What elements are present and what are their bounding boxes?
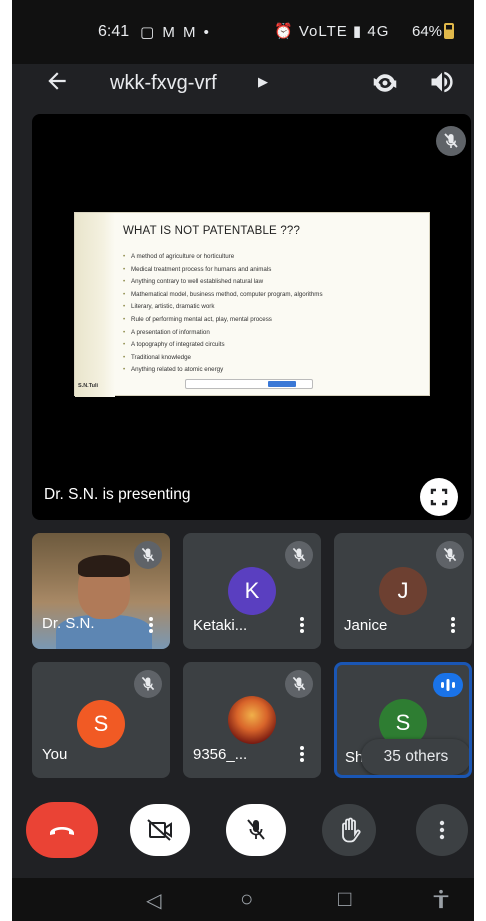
slide-author: S.N.Tuli [78, 383, 99, 389]
more-vert-icon[interactable] [297, 744, 307, 764]
battery-icon [444, 23, 455, 39]
raise-hand-button[interactable] [322, 804, 376, 856]
camera-toggle-button[interactable] [130, 804, 190, 856]
mic-off-icon [247, 819, 265, 840]
accessibility-icon[interactable] [430, 888, 452, 915]
slide-bullet-list: A method of agriculture or horticulture … [123, 251, 423, 377]
participant-name: You [42, 746, 68, 763]
mic-toggle-button[interactable] [226, 804, 286, 856]
call-controls [12, 792, 474, 872]
end-call-icon [50, 827, 74, 835]
avatar-initial: J [397, 578, 409, 603]
participant-tile-active-speaker[interactable]: S Sh 35 others [334, 662, 472, 778]
speaker-icon[interactable] [428, 68, 458, 98]
battery-indicator: 64% [412, 23, 455, 40]
participant-name: Ketaki... [193, 617, 248, 634]
more-vert-icon[interactable] [448, 615, 458, 635]
avatar-initial: S [93, 711, 109, 736]
slide-bullet: Literary, artistic, dramatic work [123, 301, 423, 314]
slide-bullet: Traditional knowledge [123, 352, 423, 365]
avatar-initial: S [395, 710, 411, 735]
mic-off-icon [134, 541, 162, 574]
slide-bullet: Medical treatment process for humans and… [123, 264, 423, 277]
participant-tile[interactable]: 9356_... [183, 662, 321, 778]
slide-decoration [75, 213, 115, 397]
system-nav-bar: ◁ ○ □ [12, 878, 474, 921]
participant-name: Dr. S.N. [42, 615, 95, 632]
screen-share-banner [185, 379, 313, 389]
chevron-right-icon[interactable]: ▶ [258, 74, 268, 90]
camera-switch-icon[interactable] [370, 68, 400, 98]
notification-icons: ▢ M M • [140, 24, 211, 41]
participant-name: Janice [344, 617, 388, 634]
avatar-photo [228, 696, 276, 744]
mic-off-icon [285, 541, 313, 574]
video-person-hair [78, 555, 130, 577]
presentation-tile[interactable]: WHAT IS NOT PATENTABLE ??? A method of a… [32, 114, 471, 520]
end-call-button[interactable] [26, 802, 98, 858]
slide-title: WHAT IS NOT PATENTABLE ??? [123, 225, 301, 237]
avatar: K [228, 567, 276, 615]
more-vert-icon[interactable] [146, 615, 156, 635]
participant-tile[interactable]: K Ketaki... [183, 533, 321, 649]
stop-sharing-button [268, 381, 296, 387]
participant-name: 9356_... [193, 746, 248, 763]
participant-tile[interactable]: Dr. S.N. [32, 533, 170, 649]
more-vert-icon[interactable] [297, 615, 307, 635]
slide-bullet: A topography of integrated circuits [123, 339, 423, 352]
shared-slide: WHAT IS NOT PATENTABLE ??? A method of a… [74, 212, 430, 397]
more-options-button[interactable] [416, 804, 468, 856]
mic-off-icon [285, 670, 313, 703]
presenter-label: Dr. S.N. is presenting [44, 486, 191, 503]
nav-back-button[interactable]: ◁ [146, 888, 161, 913]
nav-home-button[interactable]: ○ [240, 886, 253, 912]
signal-icons: ⏰ VoLTE ▮ 4G [274, 23, 390, 40]
meet-screen: 6:41 ▢ M M • ⏰ VoLTE ▮ 4G 64% wkk-fxvg-v… [12, 0, 474, 921]
mic-off-icon [436, 541, 464, 574]
battery-percent: 64% [412, 23, 443, 40]
more-vert-icon [439, 820, 445, 840]
arrow-back-icon[interactable] [44, 68, 72, 96]
slide-bullet: Anything contrary to well established na… [123, 276, 423, 289]
participant-tile[interactable]: S You [32, 662, 170, 778]
others-count-badge[interactable]: 35 others [361, 739, 469, 775]
avatar: J [379, 567, 427, 615]
nav-recents-button[interactable]: □ [338, 886, 351, 912]
slide-bullet: Anything related to atomic energy [123, 364, 423, 377]
meeting-top-bar: wkk-fxvg-vrf ▶ [12, 64, 474, 104]
speaking-icon [433, 673, 463, 697]
avatar: S [77, 700, 125, 748]
participant-tile[interactable]: J Janice [334, 533, 472, 649]
meeting-code[interactable]: wkk-fxvg-vrf [110, 72, 217, 95]
avatar-initial: K [244, 578, 260, 603]
slide-bullet: A method of agriculture or horticulture [123, 251, 423, 264]
slide-bullet: A presentation of information [123, 327, 423, 340]
raise-hand-icon [342, 817, 361, 843]
slide-bullet: Rule of performing mental act, play, men… [123, 314, 423, 327]
status-bar: 6:41 ▢ M M • ⏰ VoLTE ▮ 4G 64% [12, 0, 474, 64]
slide-bullet: Mathematical model, business method, com… [123, 289, 423, 302]
status-time: 6:41 [98, 23, 130, 40]
camera-off-icon [147, 819, 172, 841]
fullscreen-icon[interactable] [420, 478, 458, 516]
mic-off-icon [436, 126, 466, 161]
mic-off-icon [134, 670, 162, 703]
